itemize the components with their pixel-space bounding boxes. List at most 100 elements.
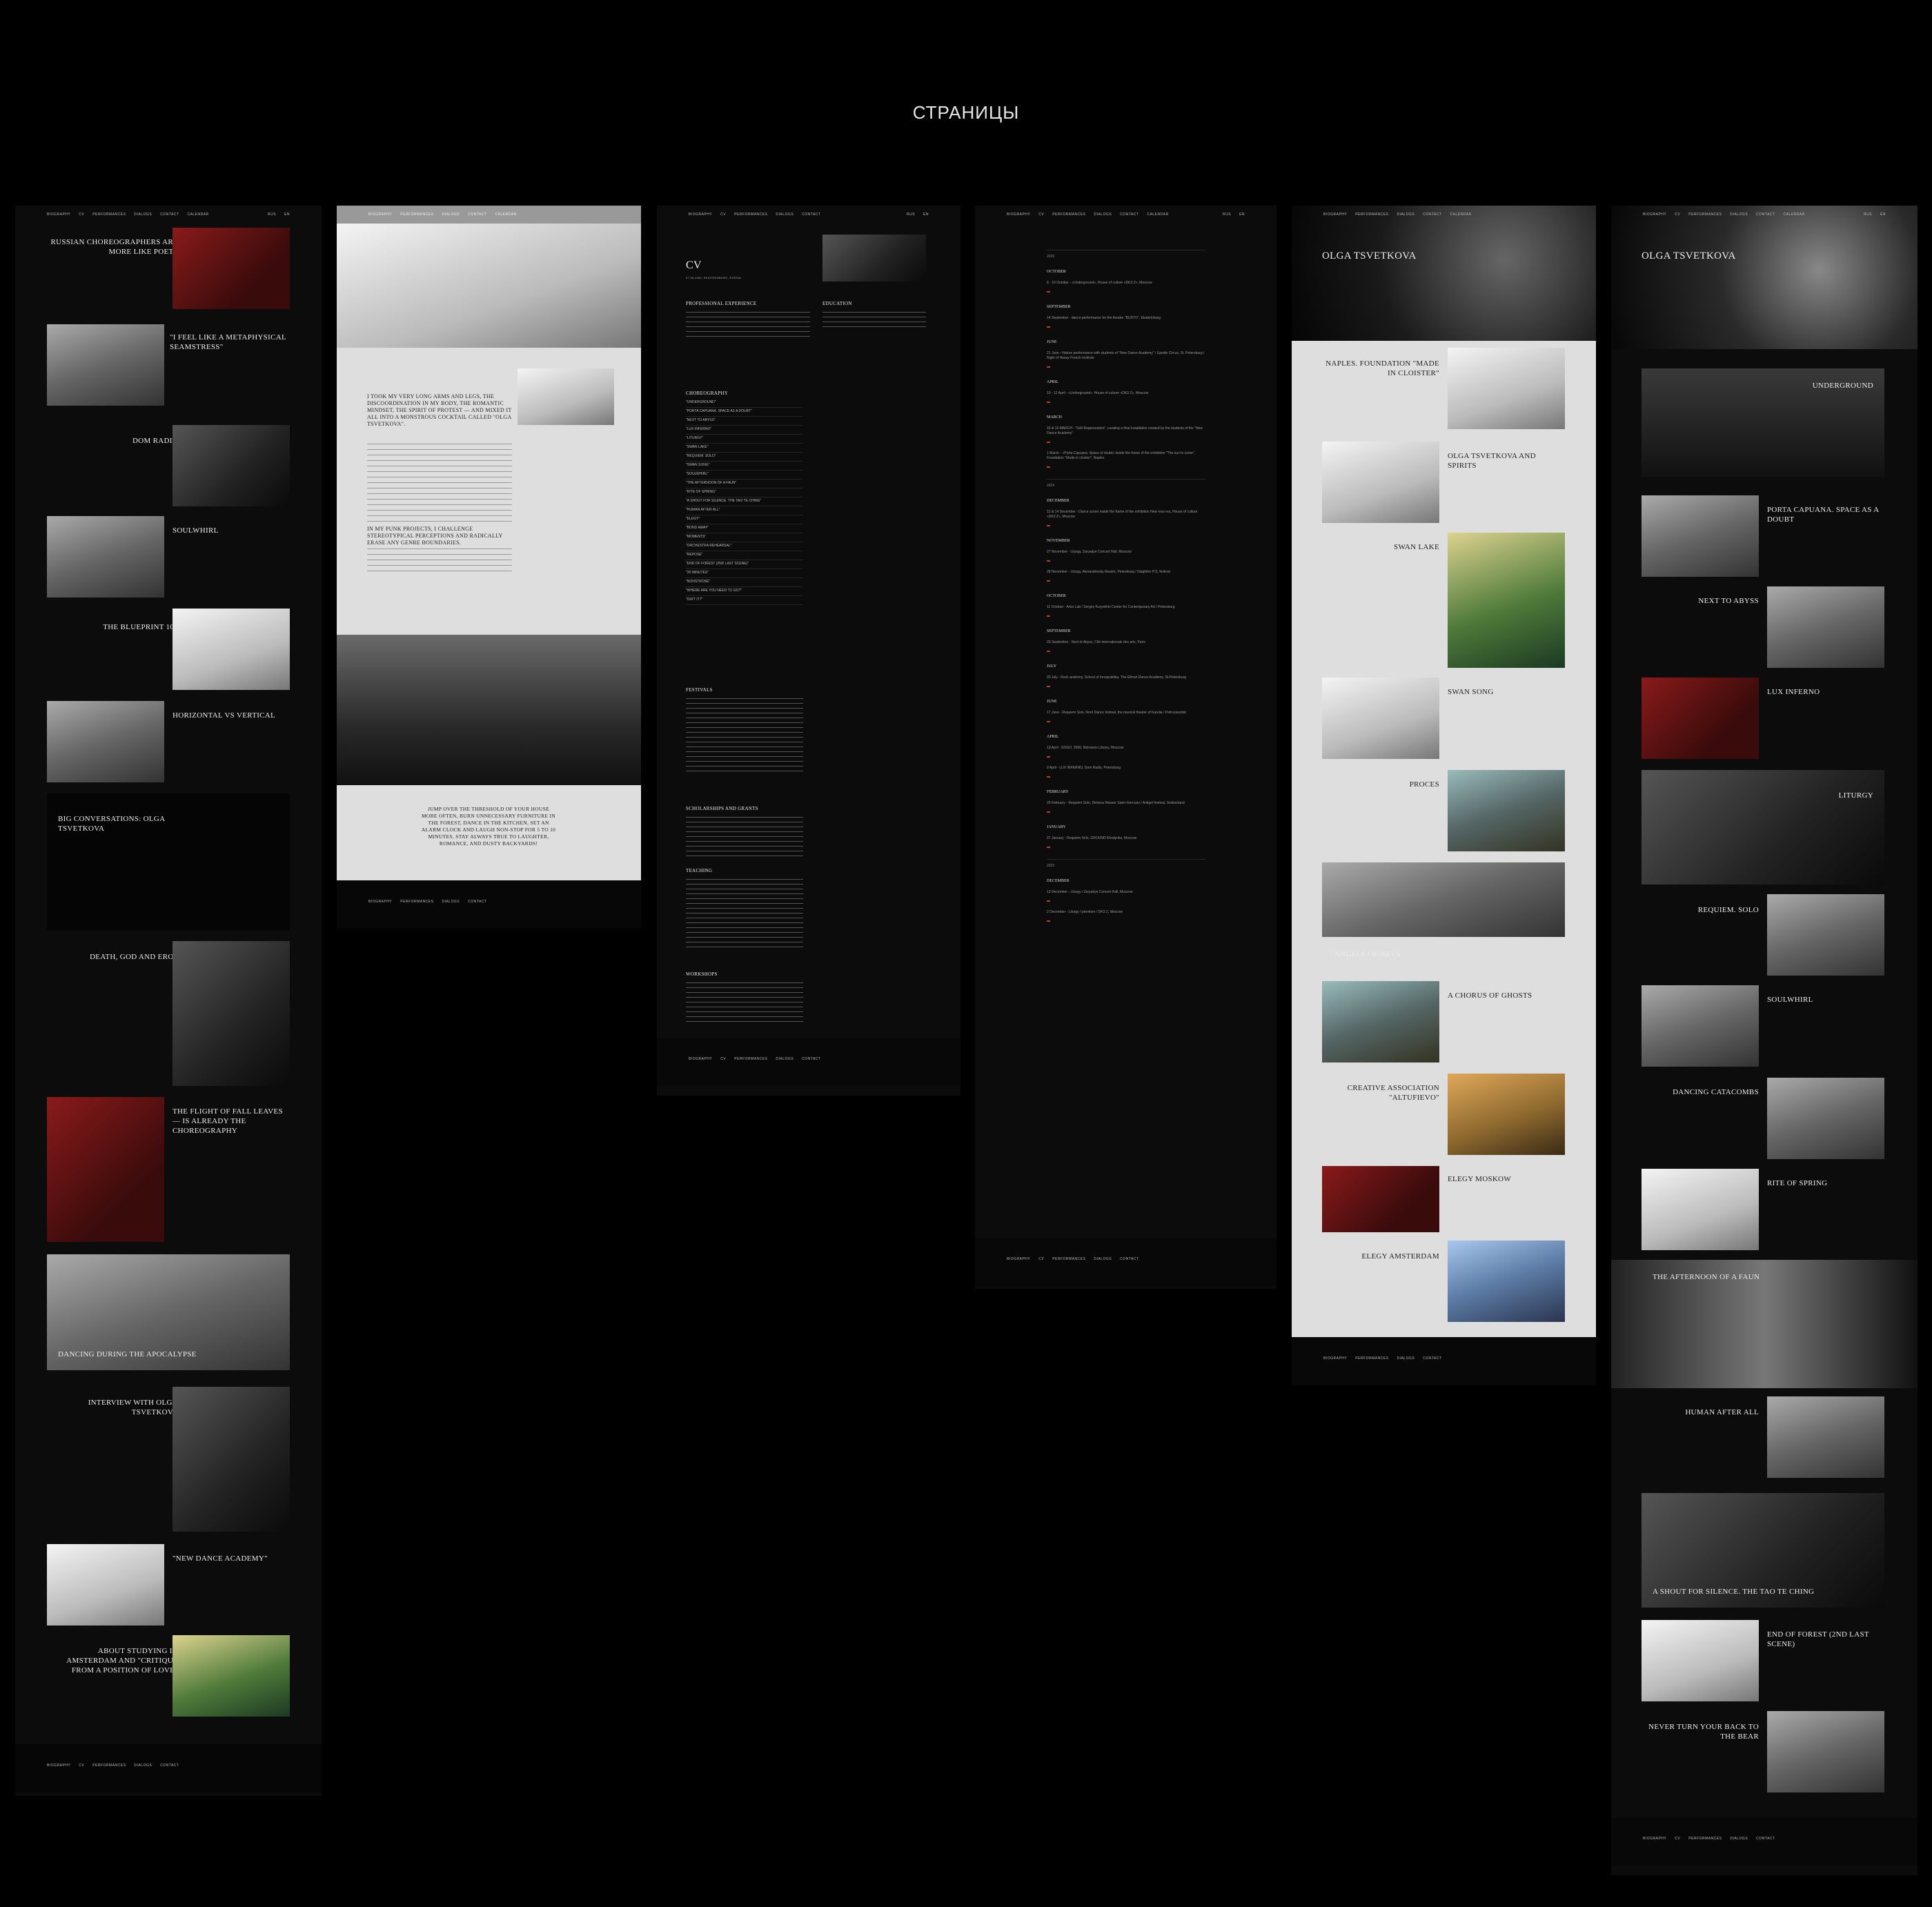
nav-performances[interactable]: PERFORMANCES: [1052, 213, 1085, 217]
press-title[interactable]: DOM RADIO: [47, 436, 178, 446]
press-title[interactable]: RUSSIAN CHOREOGRAPHERS ARE MORE LIKE POE…: [47, 237, 178, 257]
performance-image[interactable]: [1322, 862, 1565, 937]
press-title[interactable]: "I FEEL LIKE A METAPHYSICAL SEAMSTRESS": [170, 333, 287, 352]
performance-title[interactable]: A CHORUS OF GHOSTS: [1448, 991, 1565, 1000]
nav-contact[interactable]: CONTACT: [160, 213, 179, 217]
press-image[interactable]: [172, 228, 290, 309]
performance-title[interactable]: THE AFTERNOON OF A FAUN: [1653, 1272, 1804, 1282]
footer-biography[interactable]: BIOGRAPHY: [47, 1763, 70, 1768]
performance-image[interactable]: [1642, 678, 1759, 759]
performance-title[interactable]: END OF FOREST (2ND LAST SCENE): [1767, 1630, 1884, 1649]
performance-title[interactable]: ELEGY AMSTERDAM: [1322, 1252, 1439, 1261]
performance-image[interactable]: [1322, 678, 1439, 759]
performance-image[interactable]: [1322, 442, 1439, 523]
performance-title[interactable]: PORTA CAPUANA. SPACE AS A DOUBT: [1767, 505, 1884, 524]
press-title[interactable]: DANCING DURING THE APOCALYPSE: [58, 1350, 237, 1359]
footer-dialogs[interactable]: DIALOGS: [134, 1763, 152, 1768]
nav-calendar[interactable]: CALENDAR: [1783, 213, 1804, 217]
nav-calendar[interactable]: CALENDAR: [187, 213, 208, 217]
nav-dialogs[interactable]: DIALOGS: [1094, 213, 1112, 217]
footer-cv[interactable]: CV: [720, 1057, 726, 1061]
performance-title[interactable]: REQUIEM. SOLO: [1642, 905, 1759, 915]
footer-dialogs[interactable]: DIALOGS: [1397, 1356, 1414, 1361]
performance-title[interactable]: ANGELS OF NEVA: [1334, 949, 1452, 959]
press-title[interactable]: "NEW DANCE ACADEMY": [172, 1554, 290, 1563]
nav-biography[interactable]: BIOGRAPHY: [1007, 213, 1030, 217]
nav-performances[interactable]: PERFORMANCES: [1355, 213, 1388, 217]
press-title[interactable]: ABOUT STUDYING IN AMSTERDAM AND "CRITIQU…: [47, 1646, 178, 1675]
footer-biography[interactable]: BIOGRAPHY: [689, 1057, 712, 1061]
press-image[interactable]: [47, 324, 164, 406]
nav-biography[interactable]: BIOGRAPHY: [368, 213, 392, 217]
press-image[interactable]: [47, 701, 164, 782]
footer-biography[interactable]: BIOGRAPHY: [1643, 1837, 1666, 1841]
footer-dialogs[interactable]: DIALOGS: [1730, 1837, 1748, 1841]
performance-image[interactable]: [1642, 495, 1759, 577]
performance-title[interactable]: PROCES: [1322, 780, 1439, 789]
performance-title[interactable]: CREATIVE ASSOCIATION "ALTUFIEVO": [1322, 1083, 1439, 1103]
nav-dialogs[interactable]: DIALOGS: [134, 213, 152, 217]
performance-image[interactable]: [1448, 770, 1565, 851]
performance-title[interactable]: OLGA TSVETKOVA AND SPIRITS: [1448, 451, 1565, 471]
footer-biography[interactable]: BIOGRAPHY: [1007, 1257, 1030, 1261]
footer-performances[interactable]: PERFORMANCES: [92, 1763, 126, 1768]
press-title[interactable]: BIG CONVERSATIONS: OLGA TSVETKOVA: [58, 814, 182, 833]
performance-title[interactable]: LITURGY: [1749, 791, 1873, 800]
nav-dialogs[interactable]: DIALOGS: [442, 213, 460, 217]
footer-performances[interactable]: PERFORMANCES: [1355, 1356, 1388, 1361]
nav-lang-rus[interactable]: RUS: [1223, 213, 1231, 217]
performance-image[interactable]: [1767, 1078, 1884, 1159]
footer-performances[interactable]: PERFORMANCES: [1052, 1257, 1085, 1261]
footer-contact[interactable]: CONTACT: [468, 900, 486, 904]
footer-performances[interactable]: PERFORMANCES: [1688, 1837, 1722, 1841]
performance-image[interactable]: [1322, 981, 1439, 1063]
footer-contact[interactable]: CONTACT: [1756, 1837, 1775, 1841]
performance-image[interactable]: [1642, 770, 1884, 885]
nav-contact[interactable]: CONTACT: [802, 213, 820, 217]
press-image[interactable]: [47, 516, 164, 597]
press-image[interactable]: [172, 1635, 290, 1717]
performance-image[interactable]: [1448, 1241, 1565, 1322]
nav-contact[interactable]: CONTACT: [1120, 213, 1138, 217]
performance-image[interactable]: [1448, 1074, 1565, 1155]
press-image[interactable]: [172, 941, 290, 1086]
nav-cv[interactable]: CV: [720, 213, 726, 217]
performance-title[interactable]: SWAN SONG: [1448, 687, 1565, 697]
footer-dialogs[interactable]: DIALOGS: [442, 900, 460, 904]
press-title[interactable]: SOULWHIRL: [172, 526, 290, 535]
footer-cv[interactable]: CV: [1675, 1837, 1680, 1841]
press-title[interactable]: THE FLIGHT OF FALL LEAVES — IS ALREADY T…: [172, 1107, 290, 1136]
press-title[interactable]: THE BLUEPRINT 100: [47, 622, 178, 632]
press-image[interactable]: [172, 609, 290, 690]
nav-performances[interactable]: PERFORMANCES: [734, 213, 767, 217]
press-image[interactable]: [47, 1097, 164, 1242]
nav-dialogs[interactable]: DIALOGS: [1397, 213, 1414, 217]
nav-lang-rus[interactable]: RUS: [268, 213, 276, 217]
nav-dialogs[interactable]: DIALOGS: [776, 213, 793, 217]
performance-title[interactable]: DANCING CATACOMBS: [1642, 1087, 1759, 1097]
press-image[interactable]: [172, 1387, 290, 1532]
footer-cv[interactable]: CV: [1038, 1257, 1044, 1261]
press-image[interactable]: [172, 425, 290, 506]
performance-title[interactable]: SOULWHIRL: [1767, 995, 1884, 1005]
nav-calendar[interactable]: CALENDAR: [1450, 213, 1472, 217]
footer-performances[interactable]: PERFORMANCES: [734, 1057, 767, 1061]
nav-dialogs[interactable]: DIALOGS: [1730, 213, 1748, 217]
nav-lang-en[interactable]: EN: [284, 213, 290, 217]
nav-contact[interactable]: CONTACT: [468, 213, 486, 217]
nav-contact[interactable]: CONTACT: [1423, 213, 1441, 217]
performance-title[interactable]: HUMAN AFTER ALL: [1642, 1407, 1759, 1417]
nav-cv[interactable]: CV: [79, 213, 84, 217]
performance-image[interactable]: [1448, 533, 1565, 668]
performance-title[interactable]: RITE OF SPRING: [1767, 1178, 1884, 1188]
nav-cv[interactable]: CV: [1038, 213, 1044, 217]
press-image[interactable]: [47, 1544, 164, 1626]
performance-image[interactable]: [1642, 985, 1759, 1067]
nav-calendar[interactable]: CALENDAR: [495, 213, 517, 217]
performance-title[interactable]: LUX INFERNO: [1767, 687, 1884, 697]
performance-title[interactable]: A SHOUT FOR SILENCE. THE TAO TE CHING: [1653, 1587, 1873, 1597]
footer-performances[interactable]: PERFORMANCES: [400, 900, 433, 904]
nav-lang-rus[interactable]: RUS: [1864, 213, 1872, 217]
nav-performances[interactable]: PERFORMANCES: [1688, 213, 1722, 217]
footer-contact[interactable]: CONTACT: [802, 1057, 820, 1061]
